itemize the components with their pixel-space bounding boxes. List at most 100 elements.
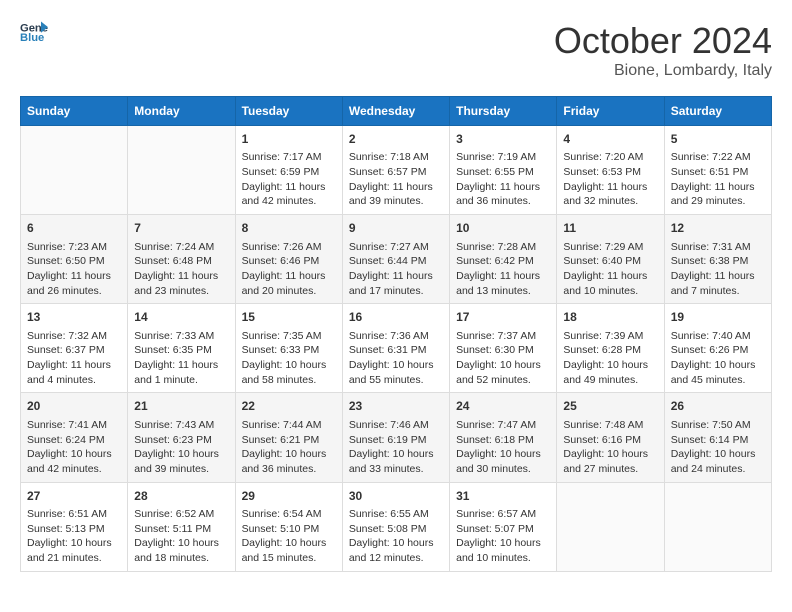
day-number: 13: [27, 309, 121, 326]
day-number: 14: [134, 309, 228, 326]
calendar-table: SundayMondayTuesdayWednesdayThursdayFrid…: [20, 96, 772, 572]
day-info: Sunrise: 6:54 AM Sunset: 5:10 PM Dayligh…: [242, 507, 336, 566]
day-number: 3: [456, 131, 550, 148]
day-number: 6: [27, 220, 121, 237]
calendar-cell: [21, 126, 128, 215]
weekday-saturday: Saturday: [664, 97, 771, 126]
calendar-cell: 20 Sunrise: 7:41 AM Sunset: 6:24 PM Dayli…: [21, 393, 128, 482]
calendar-cell: 27Sunrise: 6:51 AM Sunset: 5:13 PM Dayli…: [21, 482, 128, 571]
day-info: Sunrise: 7:33 AM Sunset: 6:35 PM Dayligh…: [134, 329, 228, 388]
calendar-cell: 6 Sunrise: 7:23 AM Sunset: 6:50 PM Daylig…: [21, 215, 128, 304]
weekday-friday: Friday: [557, 97, 664, 126]
day-info: Sunrise: 7:19 AM Sunset: 6:55 PM Dayligh…: [456, 150, 550, 209]
calendar-cell: 3 Sunrise: 7:19 AM Sunset: 6:55 PM Daylig…: [450, 126, 557, 215]
calendar-cell: 26Sunrise: 7:50 AM Sunset: 6:14 PM Dayli…: [664, 393, 771, 482]
svg-text:Blue: Blue: [20, 32, 44, 44]
weekday-wednesday: Wednesday: [342, 97, 449, 126]
day-number: 30: [349, 488, 443, 505]
day-info: Sunrise: 7:24 AM Sunset: 6:48 PM Dayligh…: [134, 240, 228, 299]
day-number: 21: [134, 398, 228, 415]
calendar-cell: 5 Sunrise: 7:22 AM Sunset: 6:51 PM Daylig…: [664, 126, 771, 215]
calendar-body: 1Sunrise: 7:17 AM Sunset: 6:59 PM Daylig…: [21, 126, 772, 572]
day-number: 28: [134, 488, 228, 505]
day-info: Sunrise: 7:44 AM Sunset: 6:21 PM Dayligh…: [242, 418, 336, 477]
day-info: Sunrise: 7:22 AM Sunset: 6:51 PM Dayligh…: [671, 150, 765, 209]
day-number: 7: [134, 220, 228, 237]
calendar-week-4: 20 Sunrise: 7:41 AM Sunset: 6:24 PM Dayli…: [21, 393, 772, 482]
calendar-cell: 2 Sunrise: 7:18 AM Sunset: 6:57 PM Daylig…: [342, 126, 449, 215]
day-number: 18: [563, 309, 657, 326]
calendar-cell: 22Sunrise: 7:44 AM Sunset: 6:21 PM Dayli…: [235, 393, 342, 482]
day-number: 11: [563, 220, 657, 237]
day-number: 10: [456, 220, 550, 237]
calendar-cell: 10 Sunrise: 7:28 AM Sunset: 6:42 PM Dayli…: [450, 215, 557, 304]
month-title: October 2024: [554, 20, 772, 62]
calendar-cell: 15Sunrise: 7:35 AM Sunset: 6:33 PM Dayli…: [235, 304, 342, 393]
day-number: 24: [456, 398, 550, 415]
day-number: 19: [671, 309, 765, 326]
day-number: 27: [27, 488, 121, 505]
day-info: Sunrise: 7:28 AM Sunset: 6:42 PM Dayligh…: [456, 240, 550, 299]
calendar-cell: 9Sunrise: 7:27 AM Sunset: 6:44 PM Daylig…: [342, 215, 449, 304]
weekday-tuesday: Tuesday: [235, 97, 342, 126]
calendar-cell: 30 Sunrise: 6:55 AM Sunset: 5:08 PM Dayli…: [342, 482, 449, 571]
weekday-thursday: Thursday: [450, 97, 557, 126]
calendar-week-3: 13 Sunrise: 7:32 AM Sunset: 6:37 PM Dayli…: [21, 304, 772, 393]
calendar-cell: 18 Sunrise: 7:39 AM Sunset: 6:28 PM Dayli…: [557, 304, 664, 393]
day-info: Sunrise: 7:26 AM Sunset: 6:46 PM Dayligh…: [242, 240, 336, 299]
day-number: 20: [27, 398, 121, 415]
calendar-cell: [128, 126, 235, 215]
calendar-cell: 17 Sunrise: 7:37 AM Sunset: 6:30 PM Dayli…: [450, 304, 557, 393]
day-number: 23: [349, 398, 443, 415]
location: Bione, Lombardy, Italy: [554, 62, 772, 80]
calendar-week-5: 27Sunrise: 6:51 AM Sunset: 5:13 PM Dayli…: [21, 482, 772, 571]
calendar-cell: [557, 482, 664, 571]
day-info: Sunrise: 7:46 AM Sunset: 6:19 PM Dayligh…: [349, 418, 443, 477]
calendar-cell: 4Sunrise: 7:20 AM Sunset: 6:53 PM Daylig…: [557, 126, 664, 215]
day-info: Sunrise: 7:40 AM Sunset: 6:26 PM Dayligh…: [671, 329, 765, 388]
day-info: Sunrise: 7:32 AM Sunset: 6:37 PM Dayligh…: [27, 329, 121, 388]
day-number: 8: [242, 220, 336, 237]
calendar-week-2: 6 Sunrise: 7:23 AM Sunset: 6:50 PM Daylig…: [21, 215, 772, 304]
day-info: Sunrise: 7:23 AM Sunset: 6:50 PM Dayligh…: [27, 240, 121, 299]
day-info: Sunrise: 7:41 AM Sunset: 6:24 PM Dayligh…: [27, 418, 121, 477]
day-number: 17: [456, 309, 550, 326]
calendar-cell: 12Sunrise: 7:31 AM Sunset: 6:38 PM Dayli…: [664, 215, 771, 304]
calendar-cell: 11 Sunrise: 7:29 AM Sunset: 6:40 PM Dayli…: [557, 215, 664, 304]
calendar-cell: 21 Sunrise: 7:43 AM Sunset: 6:23 PM Dayli…: [128, 393, 235, 482]
calendar-cell: 8 Sunrise: 7:26 AM Sunset: 6:46 PM Daylig…: [235, 215, 342, 304]
day-number: 16: [349, 309, 443, 326]
calendar-cell: 24Sunrise: 7:47 AM Sunset: 6:18 PM Dayli…: [450, 393, 557, 482]
logo: General Blue: [20, 20, 48, 44]
calendar-cell: 7 Sunrise: 7:24 AM Sunset: 6:48 PM Daylig…: [128, 215, 235, 304]
day-number: 5: [671, 131, 765, 148]
day-number: 4: [563, 131, 657, 148]
calendar-cell: 16 Sunrise: 7:36 AM Sunset: 6:31 PM Dayli…: [342, 304, 449, 393]
day-info: Sunrise: 7:37 AM Sunset: 6:30 PM Dayligh…: [456, 329, 550, 388]
title-block: October 2024 Bione, Lombardy, Italy: [554, 20, 772, 80]
day-number: 2: [349, 131, 443, 148]
day-info: Sunrise: 6:55 AM Sunset: 5:08 PM Dayligh…: [349, 507, 443, 566]
calendar-cell: [664, 482, 771, 571]
day-number: 1: [242, 131, 336, 148]
day-info: Sunrise: 7:29 AM Sunset: 6:40 PM Dayligh…: [563, 240, 657, 299]
calendar-cell: 28 Sunrise: 6:52 AM Sunset: 5:11 PM Dayli…: [128, 482, 235, 571]
weekday-monday: Monday: [128, 97, 235, 126]
day-number: 12: [671, 220, 765, 237]
day-info: Sunrise: 7:39 AM Sunset: 6:28 PM Dayligh…: [563, 329, 657, 388]
day-info: Sunrise: 7:48 AM Sunset: 6:16 PM Dayligh…: [563, 418, 657, 477]
logo-icon: General Blue: [20, 20, 48, 44]
weekday-header-row: SundayMondayTuesdayWednesdayThursdayFrid…: [21, 97, 772, 126]
day-info: Sunrise: 7:43 AM Sunset: 6:23 PM Dayligh…: [134, 418, 228, 477]
calendar-cell: 19 Sunrise: 7:40 AM Sunset: 6:26 PM Dayli…: [664, 304, 771, 393]
calendar-cell: 25Sunrise: 7:48 AM Sunset: 6:16 PM Dayli…: [557, 393, 664, 482]
day-info: Sunrise: 7:18 AM Sunset: 6:57 PM Dayligh…: [349, 150, 443, 209]
day-number: 15: [242, 309, 336, 326]
day-number: 31: [456, 488, 550, 505]
day-info: Sunrise: 7:36 AM Sunset: 6:31 PM Dayligh…: [349, 329, 443, 388]
calendar-cell: 23 Sunrise: 7:46 AM Sunset: 6:19 PM Dayli…: [342, 393, 449, 482]
calendar-cell: 14 Sunrise: 7:33 AM Sunset: 6:35 PM Dayli…: [128, 304, 235, 393]
day-number: 29: [242, 488, 336, 505]
day-info: Sunrise: 6:52 AM Sunset: 5:11 PM Dayligh…: [134, 507, 228, 566]
page-header: General Blue October 2024 Bione, Lombard…: [20, 20, 772, 80]
